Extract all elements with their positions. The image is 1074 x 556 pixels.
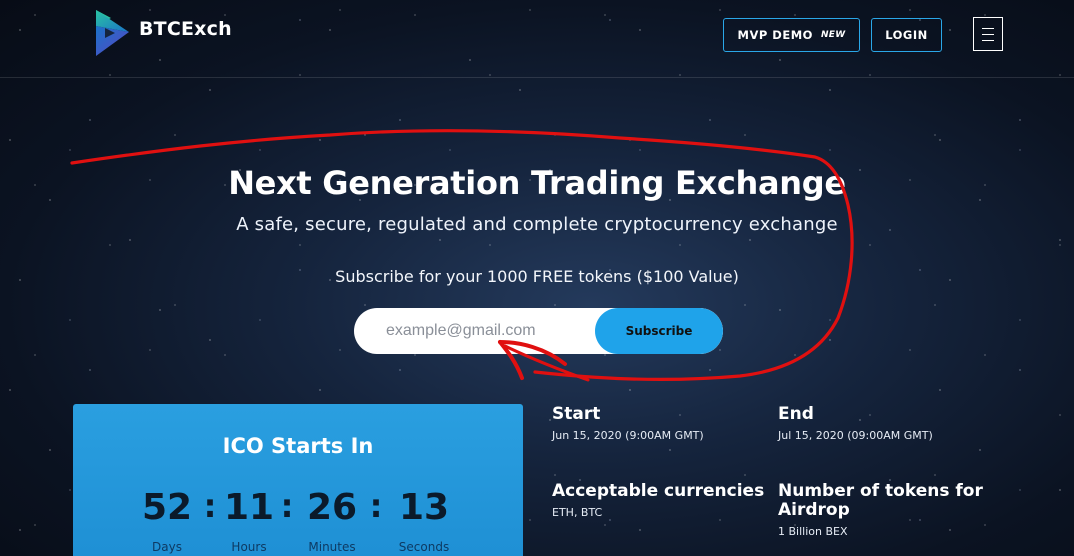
subscribe-prompt: Subscribe for your 1000 FREE tokens ($10… (335, 267, 739, 286)
hero-title: Next Generation Trading Exchange (228, 164, 846, 202)
info-airdrop-value: 1 Billion BEX (778, 525, 848, 538)
info-end-value: Jul 15, 2020 (09:00AM GMT) (778, 429, 933, 442)
login-button[interactable]: LOGIN (871, 18, 942, 52)
mvp-demo-button[interactable]: MVP DEMO NEW (723, 18, 860, 52)
mvp-demo-label: MVP DEMO (737, 28, 813, 42)
site-header: BTCExch MVP DEMO NEW LOGIN (0, 0, 1074, 78)
info-airdrop: Number of tokens for Airdrop 1 Billion B… (778, 481, 1008, 539)
subscribe-form: Subscribe (354, 308, 723, 354)
brand-name: BTCExch (139, 18, 232, 40)
countdown-seconds-label: Seconds (398, 540, 450, 554)
brand-logo-link[interactable]: BTCExch (93, 8, 232, 58)
countdown-seconds-value: 13 (398, 487, 450, 528)
countdown-minutes: 26 Minutes (287, 487, 377, 555)
info-currencies-title: Acceptable currencies (552, 481, 765, 501)
info-start-title: Start (552, 404, 601, 424)
subscribe-button[interactable]: Subscribe (595, 308, 723, 354)
info-airdrop-title: Number of tokens for Airdrop (778, 481, 983, 520)
ico-title: ICO Starts In (222, 434, 374, 458)
countdown-days-value: 52 (141, 487, 193, 528)
countdown-minutes-label: Minutes (308, 540, 356, 554)
info-end-title: End (778, 404, 814, 424)
email-input[interactable] (354, 308, 614, 354)
hero-subtitle: A safe, secure, regulated and complete c… (236, 214, 838, 235)
hamburger-icon-line (982, 27, 994, 29)
countdown-seconds: 13 Seconds (379, 487, 469, 555)
countdown-hours-label: Hours (231, 540, 267, 554)
info-end: End Jul 15, 2020 (09:00AM GMT) (778, 404, 933, 443)
info-start: Start Jun 15, 2020 (9:00AM GMT) (552, 404, 704, 443)
hamburger-icon-line (982, 33, 994, 35)
countdown-days-label: Days (152, 540, 182, 554)
info-currencies: Acceptable currencies ETH, BTC (552, 481, 772, 520)
countdown-row: 52 Days : 11 Hours : 26 Minutes : 13 Sec… (73, 488, 523, 556)
ico-countdown-card: ICO Starts In 52 Days : 11 Hours : 26 Mi… (73, 404, 523, 556)
info-currencies-value: ETH, BTC (552, 506, 603, 519)
hamburger-icon-line (982, 39, 994, 41)
hamburger-menu-button[interactable] (973, 17, 1003, 51)
new-badge: NEW (820, 30, 846, 40)
play-triangle-icon (96, 10, 129, 56)
info-start-value: Jun 15, 2020 (9:00AM GMT) (552, 429, 704, 442)
countdown-minutes-value: 26 (306, 487, 358, 528)
countdown-days: 52 Days (122, 487, 212, 555)
